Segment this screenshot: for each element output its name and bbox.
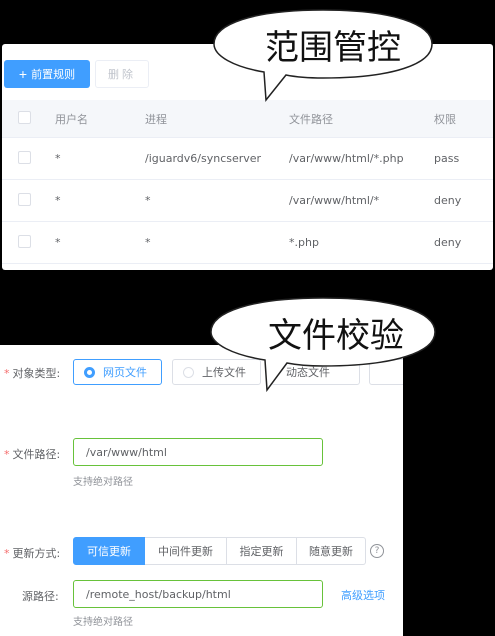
file-path-hint: 支持绝对路径 bbox=[73, 477, 133, 488]
cell-process: * bbox=[145, 236, 151, 249]
rules-toolbar: + 前置规则 删除 bbox=[2, 60, 149, 88]
file-path-label: * 文件路径: bbox=[4, 448, 61, 461]
source-path-hint: 支持绝对路径 bbox=[73, 617, 133, 628]
row-checkbox[interactable] bbox=[18, 150, 31, 164]
table-header: 用户名 进程 文件路径 权限 bbox=[2, 100, 493, 138]
source-path-input[interactable]: /remote_host/backup/html bbox=[73, 580, 323, 608]
header-permission: 权限 bbox=[434, 112, 456, 126]
add-rule-label: 前置规则 bbox=[31, 69, 76, 81]
select-all-checkbox[interactable] bbox=[18, 110, 31, 124]
update-any-button[interactable]: 随意更新 bbox=[297, 537, 366, 565]
radio-web-file[interactable]: 网页文件 bbox=[73, 359, 162, 385]
source-path-label: 源路径: bbox=[22, 590, 59, 603]
header-path: 文件路径 bbox=[289, 112, 333, 126]
callout-scope-control: 范围管控 bbox=[265, 28, 401, 68]
header-username: 用户名 bbox=[55, 112, 88, 126]
update-specified-button[interactable]: 指定更新 bbox=[227, 537, 297, 565]
advanced-options-link[interactable]: 高级选项 bbox=[341, 587, 385, 603]
header-process: 进程 bbox=[145, 112, 167, 126]
delete-button[interactable]: 删除 bbox=[95, 60, 149, 88]
object-type-label: * 对象类型: bbox=[4, 367, 61, 380]
cell-path: *.php bbox=[289, 236, 319, 249]
question-circle-icon[interactable]: ? bbox=[370, 544, 384, 558]
cell-username: * bbox=[55, 236, 61, 249]
table-row[interactable]: * * *.php deny bbox=[2, 222, 493, 264]
update-trusted-button[interactable]: 可信更新 bbox=[73, 537, 145, 565]
file-path-input[interactable]: /var/www/html bbox=[73, 438, 323, 466]
update-middleware-button[interactable]: 中间件更新 bbox=[145, 537, 227, 565]
radio-empty-icon bbox=[183, 366, 194, 378]
cell-username: * bbox=[55, 194, 61, 207]
cell-permission: deny bbox=[434, 194, 462, 207]
update-mode-label: * 更新方式: bbox=[4, 547, 61, 560]
rules-table: 用户名 进程 文件路径 权限 * /iguardv6/syncserver /v… bbox=[2, 100, 493, 264]
radio-selected-icon bbox=[84, 366, 95, 378]
table-row[interactable]: * /iguardv6/syncserver /var/www/html/*.p… bbox=[2, 138, 493, 180]
row-checkbox[interactable] bbox=[18, 192, 31, 206]
callout-file-check: 文件校验 bbox=[268, 316, 404, 356]
cell-permission: deny bbox=[434, 236, 462, 249]
cell-path: /var/www/html/* bbox=[289, 194, 380, 207]
plus-icon: + bbox=[18, 66, 28, 82]
row-checkbox[interactable] bbox=[18, 234, 31, 248]
cell-username: * bbox=[55, 152, 61, 165]
update-mode-group: 可信更新 中间件更新 指定更新 随意更新 bbox=[73, 537, 366, 565]
table-row[interactable]: * * /var/www/html/* deny bbox=[2, 180, 493, 222]
add-rule-button[interactable]: + 前置规则 bbox=[4, 60, 90, 88]
cell-process: * bbox=[145, 194, 151, 207]
cell-process: /iguardv6/syncserver bbox=[145, 152, 262, 165]
cell-permission: pass bbox=[434, 152, 460, 165]
cell-path: /var/www/html/*.php bbox=[289, 152, 404, 165]
